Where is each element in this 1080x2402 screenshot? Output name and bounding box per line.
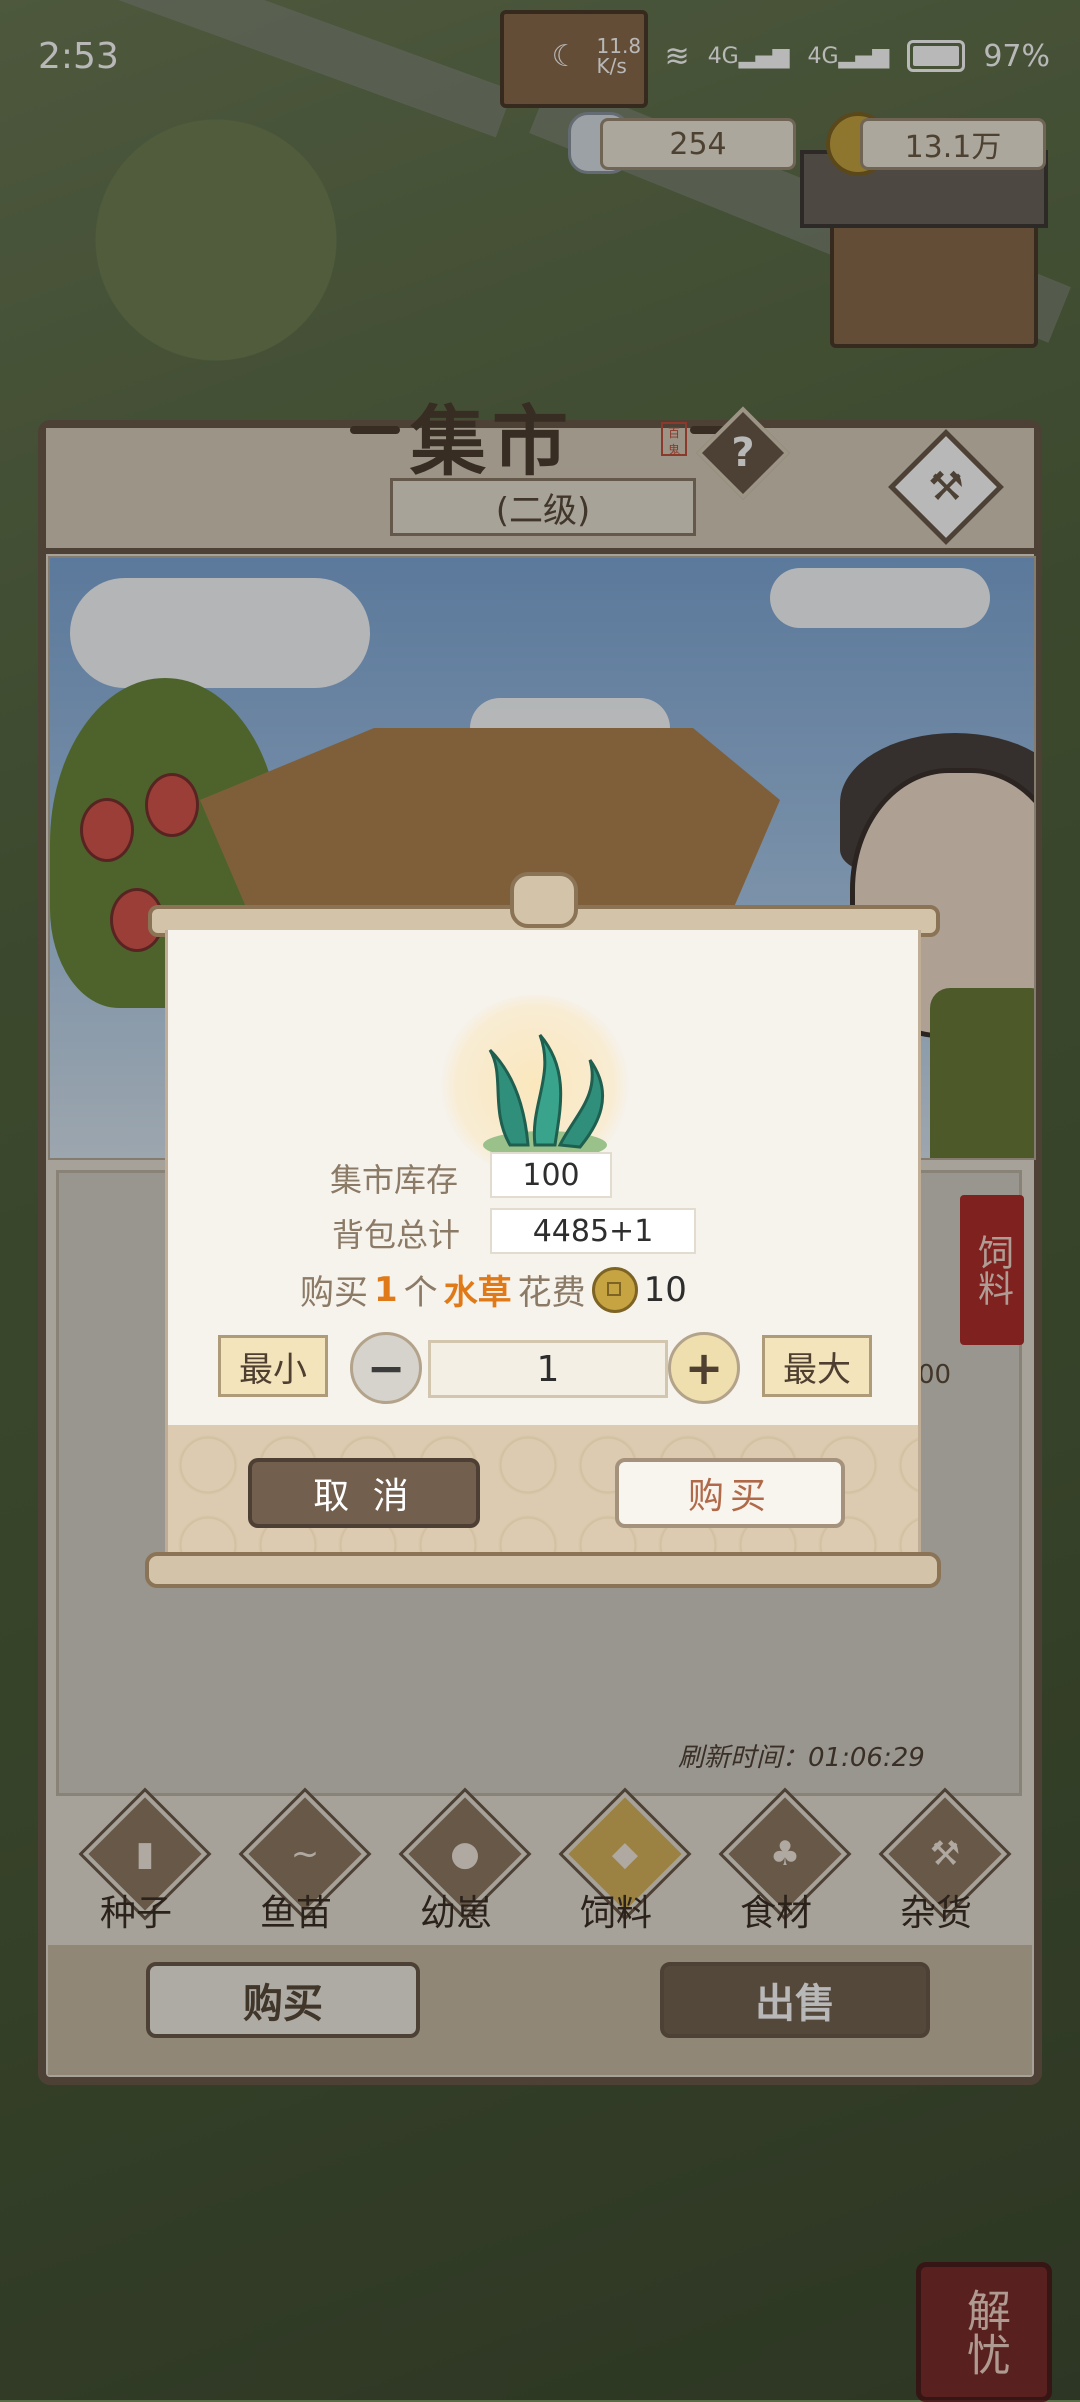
seaweed-icon	[483, 1034, 607, 1159]
stock-label: 集市库存	[330, 1161, 459, 1199]
confirm-buy-button[interactable]: 购买	[615, 1458, 845, 1528]
bag-total-label: 背包总计	[332, 1216, 461, 1254]
min-button[interactable]: 最小	[218, 1335, 328, 1397]
quantity-input[interactable]: 1	[428, 1340, 668, 1398]
decrease-button[interactable]: −	[350, 1332, 422, 1404]
max-button[interactable]: 最大	[762, 1335, 872, 1397]
cancel-button[interactable]: 取 消	[248, 1458, 480, 1528]
cost-line: 购买 1 个水草 花费 10	[300, 1265, 687, 1314]
stock-value: 100	[490, 1152, 612, 1198]
bag-total-value: 4485+1	[490, 1208, 696, 1254]
plus-icon: +	[684, 1341, 724, 1395]
cost-value: 10	[643, 1269, 687, 1310]
increase-button[interactable]: +	[668, 1332, 740, 1404]
minus-icon: −	[366, 1341, 406, 1395]
scroll-knot	[510, 872, 578, 928]
coin-icon	[591, 1266, 638, 1313]
scroll-bottom-rod	[145, 1552, 941, 1588]
